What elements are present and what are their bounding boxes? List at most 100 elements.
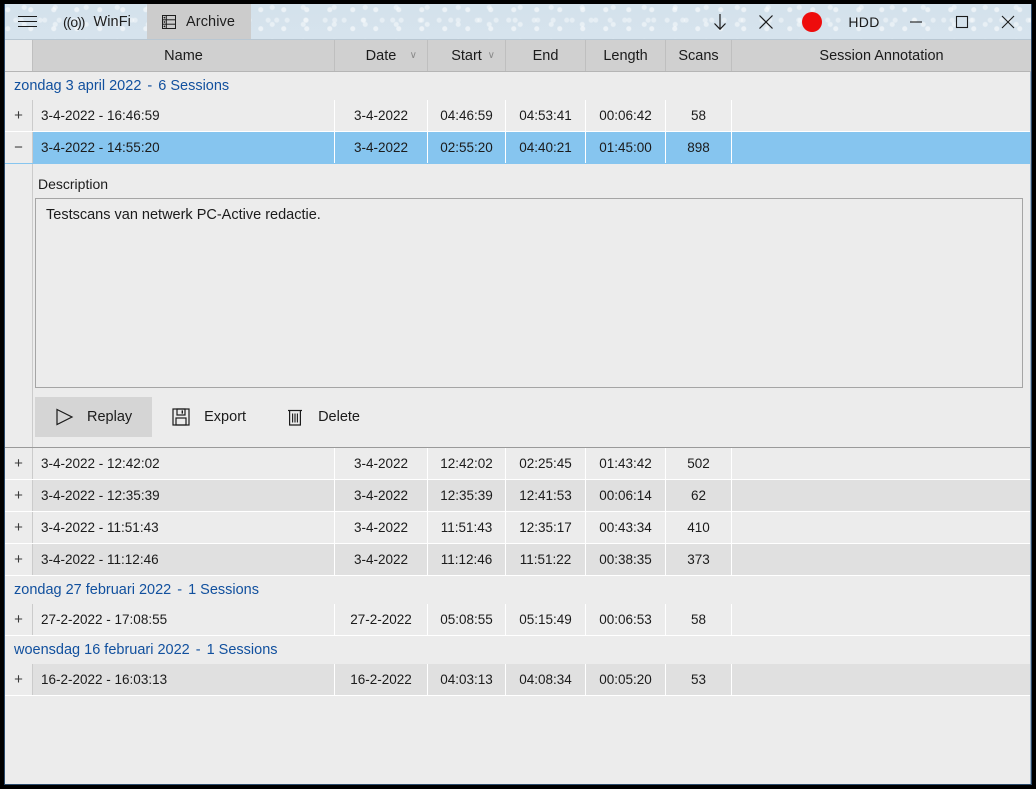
row-expander-toggle[interactable]: − [5, 132, 33, 163]
row-cell-end: 02:25:45 [506, 448, 586, 479]
session-grid-body[interactable]: zondag 3 april 2022-6 Sessions +3-4-2022 … [5, 72, 1031, 784]
table-row[interactable]: +16-2-2022 - 16:03:13 16-2-2022 04:03:13 04… [5, 664, 1031, 696]
row-cell-name: 3-4-2022 - 11:51:43 [33, 512, 335, 543]
table-row[interactable]: +3-4-2022 - 11:12:46 3-4-2022 11:12:46 11:5… [5, 544, 1031, 576]
download-arrow-icon [714, 13, 726, 30]
row-cell-name: 3-4-2022 - 12:35:39 [33, 480, 335, 511]
table-row[interactable]: +3-4-2022 - 16:46:59 3-4-2022 04:46:59 04:5… [5, 100, 1031, 132]
row-cell-end: 12:41:53 [506, 480, 586, 511]
group-header-separator: - [147, 78, 153, 94]
row-cell-annotation[interactable] [732, 512, 1031, 543]
detail-panel-content: Description Testscans van netwerk PC-Acti… [33, 164, 1031, 447]
row-expander-toggle[interactable]: + [5, 544, 33, 575]
row-cell-length: 01:43:42 [586, 448, 666, 479]
table-row[interactable]: +3-4-2022 - 11:51:43 3-4-2022 11:51:43 12:3… [5, 512, 1031, 544]
row-cell-scans: 373 [666, 544, 732, 575]
column-header-length-label: Length [603, 47, 648, 64]
hdd-button[interactable]: HDD [835, 4, 893, 39]
group-header-count: 6 Sessions [158, 78, 230, 94]
group-header[interactable]: woensdag 16 februari 2022-1 Sessions [5, 636, 1031, 664]
row-expander-toggle[interactable]: + [5, 100, 33, 131]
row-cell-scans: 502 [666, 448, 732, 479]
grid-column-header: Name Date ∨ Start ∨ End Length Scans Ses… [5, 40, 1031, 72]
detail-action-bar: Replay Export Delete [35, 397, 1023, 437]
row-cell-length: 01:45:00 [586, 132, 666, 163]
table-row[interactable]: −3-4-2022 - 14:55:20 3-4-2022 02:55:20 04:4… [5, 132, 1031, 164]
column-header-date[interactable]: Date ∨ [335, 40, 428, 71]
row-cell-end: 04:53:41 [506, 100, 586, 131]
save-icon [170, 407, 192, 427]
window-close-button[interactable] [985, 4, 1031, 39]
row-expander-toggle[interactable]: + [5, 604, 33, 635]
row-cell-annotation[interactable] [732, 100, 1031, 131]
group-header-date: zondag 3 april 2022 [14, 78, 142, 94]
row-cell-date: 3-4-2022 [335, 480, 428, 511]
description-textarea[interactable]: Testscans van netwerk PC-Active redactie… [35, 198, 1023, 388]
hamburger-menu-button[interactable] [5, 4, 49, 39]
row-cell-annotation[interactable] [732, 448, 1031, 479]
group-header-date: zondag 27 februari 2022 [14, 582, 172, 598]
column-header-session-annotation-label: Session Annotation [819, 47, 944, 64]
row-expander-toggle[interactable]: + [5, 512, 33, 543]
column-header-date-label: Date [365, 47, 397, 64]
tab-winfi[interactable]: ((o)) WinFi [49, 4, 147, 39]
row-cell-end: 12:35:17 [506, 512, 586, 543]
group-header-count: 1 Sessions [206, 642, 278, 658]
row-cell-scans: 58 [666, 604, 732, 635]
table-row[interactable]: +3-4-2022 - 12:35:39 3-4-2022 12:35:39 12:4… [5, 480, 1031, 512]
window-maximize-button[interactable] [939, 4, 985, 39]
archive-icon [161, 14, 177, 30]
row-cell-start: 02:55:20 [428, 132, 506, 163]
column-header-session-annotation[interactable]: Session Annotation [732, 40, 1031, 71]
group-header[interactable]: zondag 27 februari 2022-1 Sessions [5, 576, 1031, 604]
table-row[interactable]: +27-2-2022 - 17:08:55 27-2-2022 05:08:55 05… [5, 604, 1031, 636]
row-expander-toggle[interactable]: + [5, 480, 33, 511]
column-header-start[interactable]: Start ∨ [428, 40, 506, 71]
row-expander-toggle[interactable]: + [5, 448, 33, 479]
row-cell-scans: 58 [666, 100, 732, 131]
column-header-length[interactable]: Length [586, 40, 666, 71]
chevron-down-icon[interactable]: ∨ [488, 50, 495, 61]
chevron-down-icon[interactable]: ∨ [410, 50, 417, 61]
row-cell-annotation[interactable] [732, 604, 1031, 635]
title-bar: ((o)) WinFi Archive HDD [5, 4, 1031, 40]
column-header-end-label: End [532, 47, 559, 64]
close-session-icon-button[interactable] [743, 4, 789, 39]
column-header-scans[interactable]: Scans [666, 40, 732, 71]
play-icon [53, 407, 75, 427]
row-cell-name: 3-4-2022 - 12:42:02 [33, 448, 335, 479]
column-header-name[interactable]: Name [33, 40, 335, 71]
table-row[interactable]: +3-4-2022 - 12:42:02 3-4-2022 12:42:02 02:2… [5, 448, 1031, 480]
group-header-separator: - [177, 582, 183, 598]
detail-gutter [5, 164, 33, 447]
column-header-end[interactable]: End [506, 40, 586, 71]
row-cell-length: 00:38:35 [586, 544, 666, 575]
tab-archive[interactable]: Archive [147, 4, 252, 39]
description-label: Description [38, 176, 109, 192]
row-cell-start: 11:51:43 [428, 512, 506, 543]
record-button[interactable] [789, 4, 835, 39]
export-button[interactable]: Export [152, 397, 266, 437]
replay-button-label: Replay [87, 409, 133, 425]
window-minimize-button[interactable] [893, 4, 939, 39]
row-cell-annotation[interactable] [732, 664, 1031, 695]
replay-button[interactable]: Replay [35, 397, 153, 437]
download-icon-button[interactable] [697, 4, 743, 39]
group-header[interactable]: zondag 3 april 2022-6 Sessions [5, 72, 1031, 100]
row-cell-date: 3-4-2022 [335, 512, 428, 543]
hamburger-icon [17, 12, 37, 31]
row-cell-scans: 410 [666, 512, 732, 543]
row-cell-annotation[interactable] [732, 544, 1031, 575]
row-cell-annotation[interactable] [732, 480, 1031, 511]
maximize-icon [955, 15, 969, 28]
row-cell-annotation[interactable] [732, 132, 1031, 163]
row-cell-length: 00:06:14 [586, 480, 666, 511]
row-cell-scans: 62 [666, 480, 732, 511]
row-expander-toggle[interactable]: + [5, 664, 33, 695]
row-cell-length: 00:06:53 [586, 604, 666, 635]
row-cell-start: 12:35:39 [428, 480, 506, 511]
delete-button[interactable]: Delete [266, 397, 380, 437]
title-bar-left: ((o)) WinFi Archive [5, 4, 252, 39]
column-header-expander [5, 40, 33, 71]
row-cell-start: 12:42:02 [428, 448, 506, 479]
